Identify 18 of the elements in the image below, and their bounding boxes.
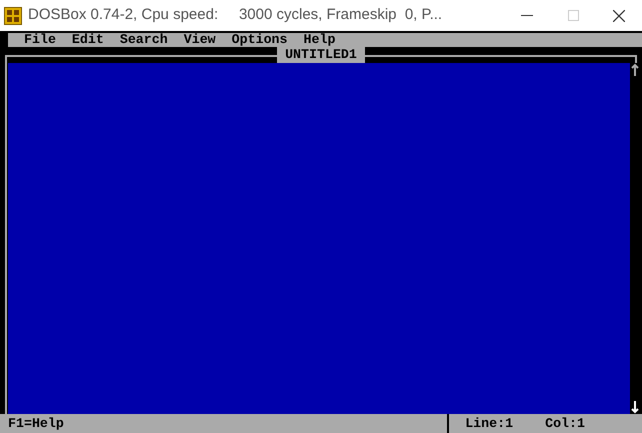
menu-item[interactable]: Search (120, 33, 168, 47)
menu-item[interactable]: Options (232, 33, 288, 47)
minimize-icon (521, 15, 533, 16)
menu-item[interactable]: View (184, 33, 216, 47)
scroll-down-icon[interactable] (630, 400, 640, 414)
menu-item[interactable]: File (24, 33, 56, 47)
close-icon (613, 10, 625, 22)
scrollbar[interactable] (630, 63, 640, 414)
help-hint: F1=Help (8, 414, 64, 433)
line-indicator: Line:1 (465, 414, 514, 433)
maximize-icon (568, 10, 578, 21)
app-icon (4, 6, 22, 24)
document-title: UNTITLED1 (277, 47, 365, 63)
column-indicator: Col:1 (545, 414, 585, 433)
menu-item[interactable]: Help (304, 33, 336, 47)
window-title: DOSBox 0.74-2, Cpu speed: 3000 cycles, Frameskip 0, P... (28, 5, 442, 26)
scroll-up-icon[interactable] (630, 63, 640, 77)
menu-item[interactable]: Edit (72, 33, 104, 47)
